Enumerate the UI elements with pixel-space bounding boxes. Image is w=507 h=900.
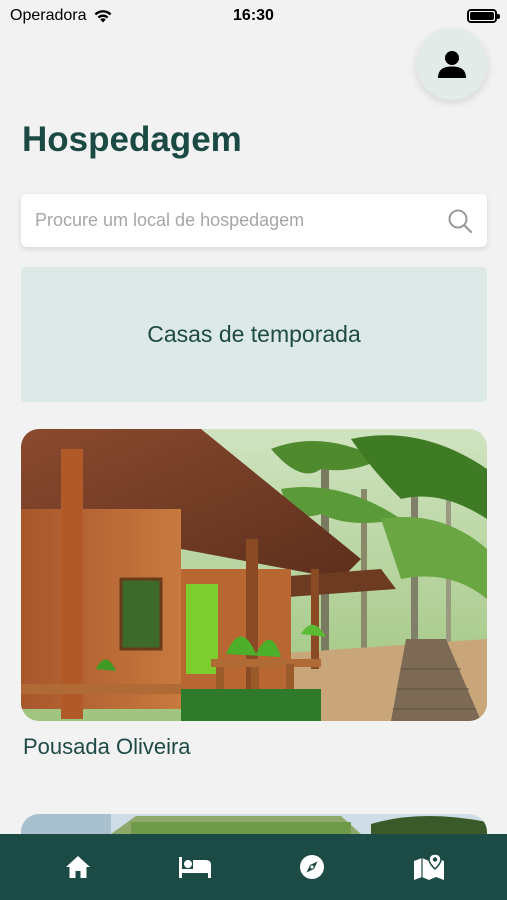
- search-icon[interactable]: [447, 208, 473, 234]
- map-icon: [413, 853, 444, 880]
- tab-hospedagem[interactable]: [165, 842, 225, 892]
- tab-mapa[interactable]: [399, 842, 459, 892]
- category-label: Casas de temporada: [147, 321, 361, 347]
- user-icon: [438, 51, 466, 78]
- search-input[interactable]: [35, 210, 447, 231]
- home-icon: [66, 856, 91, 878]
- search-box[interactable]: [21, 194, 487, 247]
- tab-bar: [0, 834, 507, 900]
- tab-home[interactable]: [48, 842, 108, 892]
- listing-card[interactable]: [21, 429, 487, 721]
- listing-name[interactable]: Pousada Oliveira: [23, 734, 191, 760]
- category-card-casas-de-temporada[interactable]: Casas de temporada: [21, 267, 487, 402]
- profile-button[interactable]: [416, 28, 488, 100]
- page-title: Hospedagem: [22, 120, 242, 159]
- battery-icon: [467, 9, 500, 23]
- bed-icon: [179, 857, 212, 878]
- status-left: Operadora: [10, 7, 113, 25]
- carrier-label: Operadora: [10, 7, 87, 24]
- wooden-cabin-photo: [21, 429, 487, 721]
- wifi-icon: [94, 10, 111, 23]
- compass-icon: [299, 855, 324, 879]
- status-bar: Operadora 16:30: [0, 0, 507, 32]
- tab-explorar[interactable]: [282, 842, 342, 892]
